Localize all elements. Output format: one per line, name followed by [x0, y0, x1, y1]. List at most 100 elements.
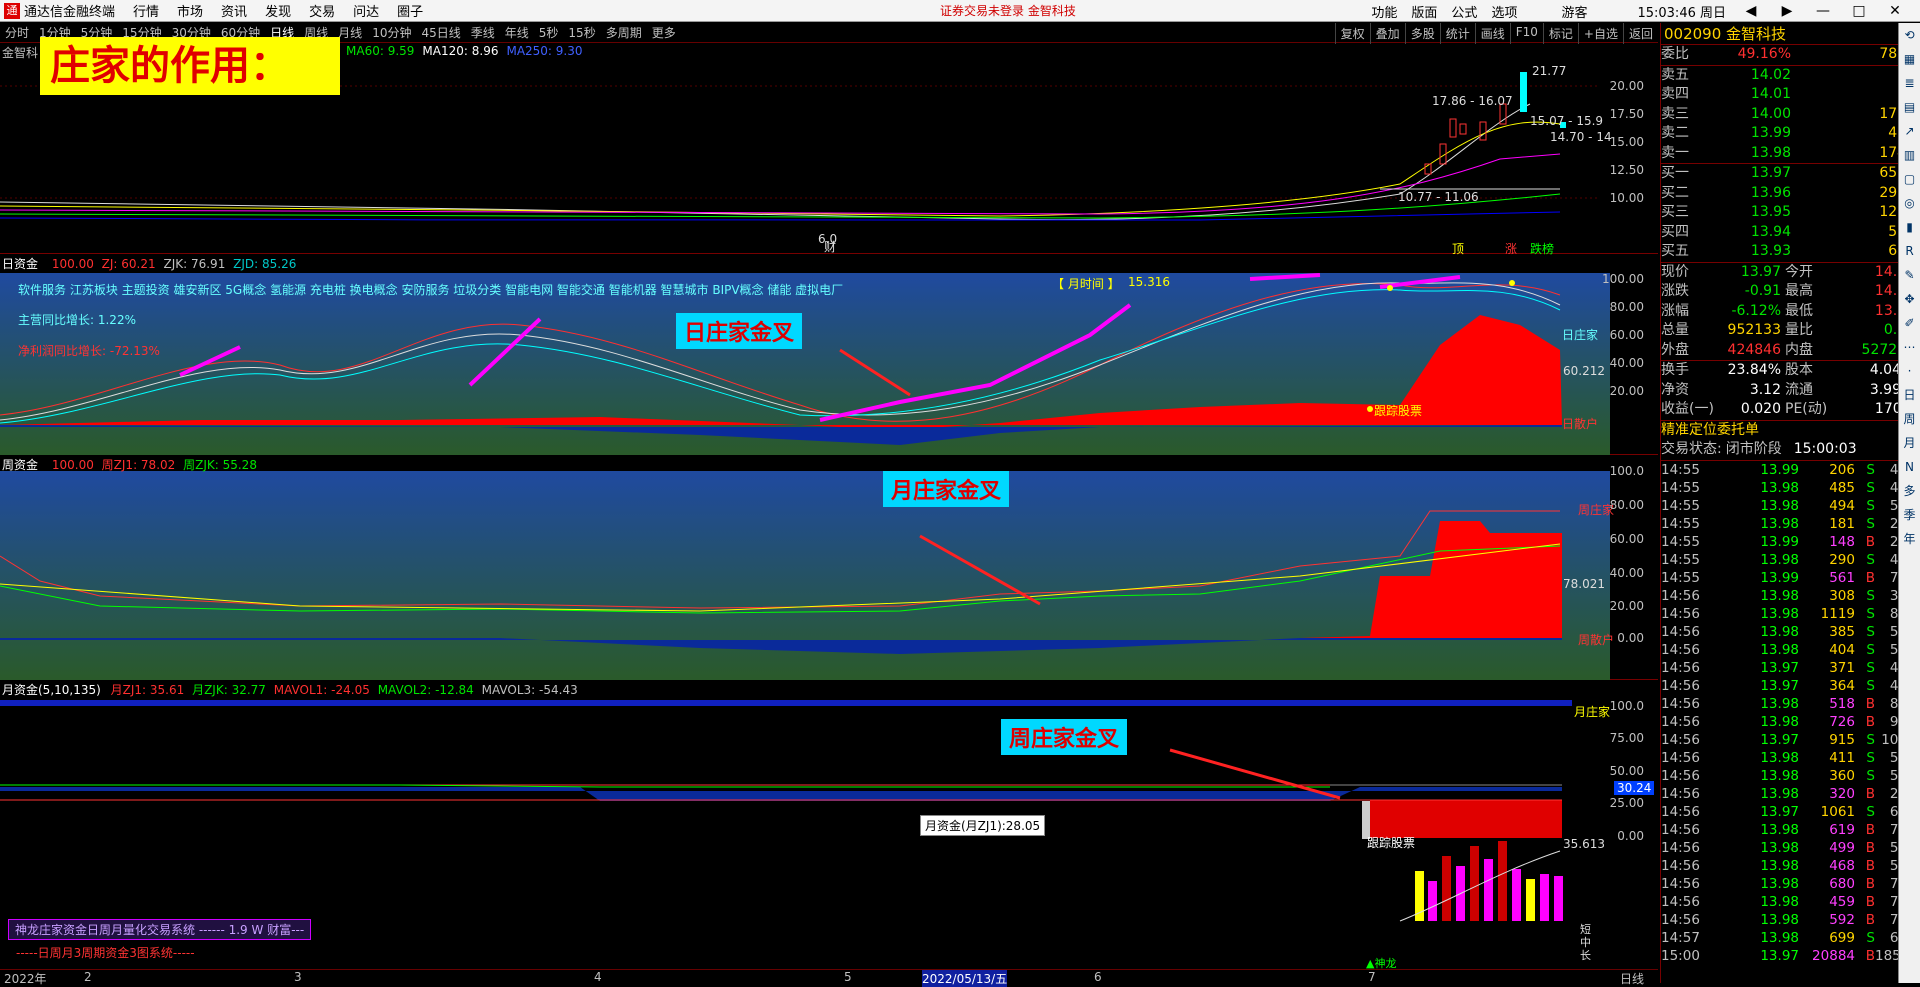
concept-tags: 软件服务 江苏板块 主题投资 雄安新区 5G概念 氢能源 充电桩 换电概念 安防… — [18, 283, 844, 297]
tool-button[interactable]: +自选 — [1577, 23, 1623, 44]
tab-period[interactable]: 45日线 — [416, 24, 465, 41]
table-icon[interactable]: ▥ — [1899, 143, 1920, 167]
close-icon[interactable]: ✕ — [1884, 3, 1906, 19]
tool-button[interactable]: 复权 — [1334, 23, 1370, 44]
tool-button[interactable]: F10 — [1509, 23, 1543, 44]
tool-button[interactable]: 多股 — [1404, 23, 1440, 44]
back-icon[interactable]: ◀ — [1740, 3, 1762, 19]
sidebar-season[interactable]: 季 — [1899, 503, 1920, 527]
tick-volume: 1119 — [1820, 605, 1855, 622]
bid-row[interactable]: 买一 13.976531 — [1661, 164, 1920, 184]
menu-options[interactable]: 选项 — [1491, 2, 1517, 21]
tab-period[interactable]: 更多 — [647, 24, 681, 41]
time-axis: 2022年 2 3 4 5 2022/05/13/五 6 7 日线 — [0, 969, 1658, 987]
weekly-svg — [0, 471, 1610, 680]
value-label: MAVOL1: -24.05 — [273, 683, 370, 697]
menu-item[interactable]: 市场 — [177, 1, 203, 20]
ask-row[interactable]: 卖四 14.0168 — [1661, 85, 1920, 105]
pen-icon[interactable]: ✐ — [1899, 311, 1920, 335]
price-label: 10.77 - 11.06 — [1398, 190, 1479, 204]
tick-side: B — [1865, 569, 1875, 586]
ask-row[interactable]: 卖三 14.001703 — [1661, 105, 1920, 125]
axis-tick: 0.00 — [1617, 829, 1644, 843]
bid-row[interactable]: 买三 13.951277 — [1661, 203, 1920, 223]
trend-icon[interactable]: ↗ — [1899, 119, 1920, 143]
menu-item[interactable]: 圈子 — [397, 1, 423, 20]
tab-period[interactable]: 15秒 — [563, 24, 600, 41]
login-notice[interactable]: 证券交易未登录 金智科技 — [940, 2, 1076, 19]
brush-icon[interactable]: ✎ — [1899, 263, 1920, 287]
tick-volume: 320 — [1829, 785, 1855, 802]
ask-row[interactable]: 卖二 13.99464 — [1661, 124, 1920, 144]
stat-value: 424846 — [1727, 341, 1781, 358]
sidebar-multi[interactable]: 多 — [1899, 479, 1920, 503]
axis-tick: 100.0 — [1609, 464, 1644, 478]
rsi-icon[interactable]: R — [1899, 239, 1920, 263]
sidebar-week[interactable]: 周 — [1899, 407, 1920, 431]
chart-icon[interactable]: ▤ — [1899, 95, 1920, 119]
value-label: 100.00 — [51, 458, 94, 472]
menu-func[interactable]: 功能 — [1371, 2, 1397, 21]
list-icon[interactable]: ≣ — [1899, 71, 1920, 95]
doc-icon[interactable]: ▢ — [1899, 167, 1920, 191]
tool-button[interactable]: 返回 — [1622, 23, 1658, 44]
month-time-value: 15.316 — [1128, 275, 1170, 289]
track-stock-label: 跟踪股票 — [1367, 836, 1416, 850]
tick-row: 14:5613.98411S50 — [1661, 749, 1920, 767]
user-label[interactable]: 游客 — [1561, 2, 1587, 21]
tab-period[interactable]: 多周期 — [601, 24, 647, 41]
tool-button[interactable]: 统计 — [1439, 23, 1475, 44]
bid-row[interactable]: 买五 13.93650 — [1661, 242, 1920, 262]
sidebar-month[interactable]: 月 — [1899, 431, 1920, 455]
forward-icon[interactable]: ▶ — [1776, 3, 1798, 19]
tab-period[interactable]: 5秒 — [534, 24, 564, 41]
sidebar-n[interactable]: N — [1899, 455, 1920, 479]
daily-fund-panel[interactable]: 日资金 100.00 ZJ: 60.21 ZJK: 76.91 ZJD: 85.… — [0, 255, 1658, 455]
menu-item[interactable]: 资讯 — [221, 1, 247, 20]
tick-volume: 206 — [1829, 461, 1855, 478]
tool-button[interactable]: 标记 — [1542, 23, 1578, 44]
tab-period[interactable]: 10分钟 — [367, 24, 416, 41]
menu-item[interactable]: 交易 — [309, 1, 335, 20]
dot-icon[interactable]: · — [1899, 359, 1920, 383]
tick-time: 14:56 — [1661, 893, 1700, 910]
stat-label: 外盘 — [1661, 341, 1689, 358]
tool-button[interactable]: 叠加 — [1369, 23, 1405, 44]
menu-item[interactable]: 发现 — [265, 1, 291, 20]
more-icon[interactable]: ⋯ — [1899, 335, 1920, 359]
circle-icon[interactable]: ◎ — [1899, 191, 1920, 215]
grid-icon[interactable]: ▦ — [1899, 47, 1920, 71]
sidebar-day[interactable]: 日 — [1899, 383, 1920, 407]
bid-row[interactable]: 买二 13.962954 — [1661, 184, 1920, 204]
tick-time: 14:55 — [1661, 497, 1700, 514]
daily-title: 日资金 100.00 ZJ: 60.21 ZJK: 76.91 ZJD: 85.… — [2, 255, 296, 272]
minimize-icon[interactable]: — — [1812, 3, 1834, 19]
bid-price: 13.96 — [1750, 184, 1791, 201]
tab-period[interactable]: 分时 — [0, 24, 34, 41]
ask-row[interactable]: 卖一 13.981749 — [1661, 144, 1920, 164]
tick-volume: 726 — [1829, 713, 1855, 730]
tick-row: 14:5613.981119S81 — [1661, 605, 1920, 623]
menu-formula[interactable]: 公式 — [1451, 2, 1477, 21]
maximize-icon[interactable]: □ — [1848, 3, 1870, 19]
time-cursor-label: 2022/05/13/五 — [922, 970, 1008, 987]
monthly-fund-panel[interactable]: 月资金(5,10,135) 月ZJ1: 35.61 月ZJK: 32.77 MA… — [0, 681, 1658, 970]
axis-tick: 20.00 — [1609, 599, 1644, 613]
tick-row: 14:5613.98404S53 — [1661, 641, 1920, 659]
bid-row[interactable]: 买四 13.94509 — [1661, 223, 1920, 243]
menu-item[interactable]: 行情 — [133, 1, 159, 20]
arrow-icon[interactable]: ⟲ — [1899, 23, 1920, 47]
weekly-fund-panel[interactable]: 周资金 100.00 周ZJ1: 78.02 周ZJK: 55.28 月庄家金叉… — [0, 456, 1658, 680]
tick-price: 13.98 — [1760, 497, 1799, 514]
stat-label: 最低 — [1785, 302, 1813, 319]
tab-period[interactable]: 季线 — [466, 24, 500, 41]
move-icon[interactable]: ✥ — [1899, 287, 1920, 311]
tool-button[interactable]: 画线 — [1474, 23, 1510, 44]
tab-period[interactable]: 年线 — [500, 24, 534, 41]
tick-side: B — [1865, 839, 1875, 856]
menu-item[interactable]: 问达 — [353, 1, 379, 20]
ask-row[interactable]: 卖五 14.0279 — [1661, 66, 1920, 86]
menu-layout[interactable]: 版面 — [1411, 2, 1437, 21]
bar-icon[interactable]: ▮ — [1899, 215, 1920, 239]
sidebar-year[interactable]: 年 — [1899, 527, 1920, 551]
